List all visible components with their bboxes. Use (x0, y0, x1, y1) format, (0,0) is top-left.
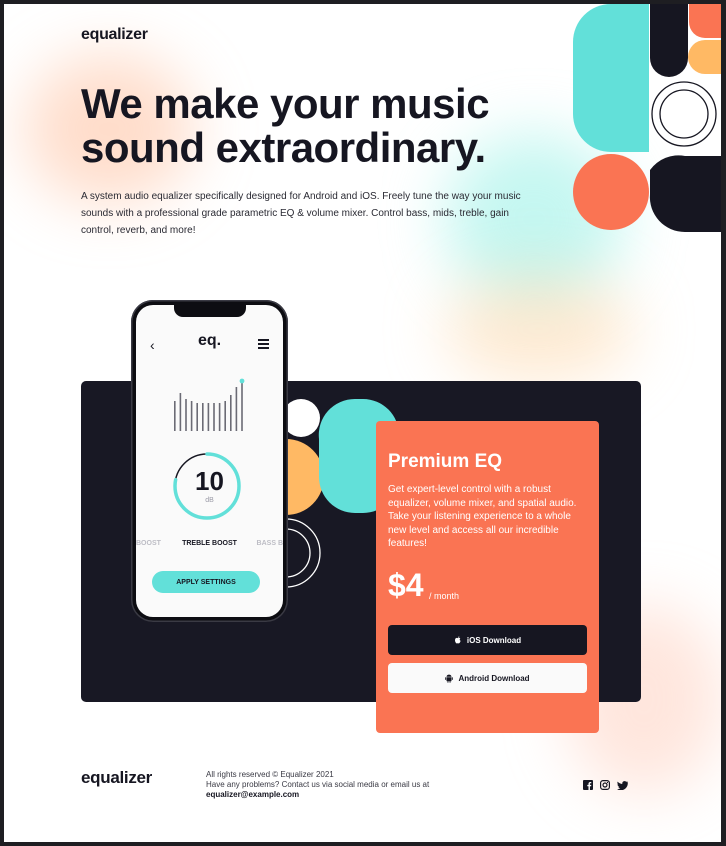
decorative-shapes (573, 4, 721, 233)
eq-bar (213, 403, 215, 431)
dial-unit: dB (205, 497, 214, 504)
eq-bar (218, 403, 221, 431)
footer-email-link[interactable]: equalizer@example.com (206, 790, 429, 800)
page: equalizer We make your music sound extra… (4, 4, 721, 842)
phone-notch (174, 305, 246, 317)
dark-arch-shape (649, 155, 721, 233)
outline-circle-shape (651, 81, 717, 147)
premium-card: Premium EQ Get expert-level control with… (376, 421, 599, 733)
price-unit: / month (429, 591, 460, 601)
apply-settings-button[interactable]: APPLY SETTINGS (152, 571, 260, 593)
eq-bar (207, 403, 210, 431)
phone-mockup: ‹ eq. 10 dB BOOST TREBLE BOOST BASS B AP… (131, 300, 288, 622)
footer-rights: All rights reserved © Equalizer 2021 (206, 770, 334, 779)
equalizer-bars (174, 378, 245, 431)
footer-text: All rights reserved © Equalizer 2021 Hav… (206, 770, 429, 800)
eq-bar (224, 401, 226, 431)
apple-icon (454, 635, 461, 643)
teal-pill-shape (573, 4, 649, 152)
eq-bar (230, 395, 232, 431)
premium-description: Get expert-level control with a robust e… (388, 484, 577, 549)
hero-title: We make your music sound extraordinary. (81, 80, 490, 171)
eq-bar (241, 383, 243, 431)
eq-bar (179, 393, 182, 431)
phone-screen: ‹ eq. 10 dB BOOST TREBLE BOOST BASS B AP… (136, 305, 283, 617)
eq-bar-handle[interactable] (239, 378, 245, 384)
hero-description: A system audio equalizer specifically de… (81, 191, 521, 236)
orange-circle-shape (573, 154, 649, 230)
price-amount: $4 (388, 567, 424, 603)
twitter-icon[interactable] (617, 780, 628, 790)
ios-download-button[interactable]: iOS Download (388, 625, 587, 655)
eq-bar (174, 401, 176, 431)
dial-value: 10 (195, 466, 224, 496)
ios-download-label: iOS Download (466, 635, 522, 645)
eq-bar (202, 403, 204, 431)
footer-brand-logo[interactable]: equalizer (81, 768, 152, 788)
hamburger-menu-icon[interactable] (258, 339, 269, 351)
orange-quarter-shape (689, 4, 721, 38)
brand-logo[interactable]: equalizer (81, 26, 148, 44)
eq-bar (190, 401, 193, 431)
outline-circle-shape (659, 89, 709, 139)
eq-bar (196, 403, 198, 431)
instagram-icon[interactable] (600, 780, 610, 790)
android-icon (445, 674, 454, 683)
dark-pill-shape (650, 4, 688, 77)
android-download-button[interactable]: Android Download (388, 663, 587, 693)
footer-contact: Have any problems? Contact us via social… (206, 780, 430, 789)
premium-title: Premium EQ (388, 451, 503, 472)
background-glow (444, 274, 634, 384)
facebook-icon[interactable] (583, 780, 593, 790)
android-download-label: Android Download (458, 673, 530, 683)
yellow-half-shape (286, 439, 324, 515)
social-links (583, 780, 628, 790)
yellow-quarter-shape (688, 40, 721, 74)
eq-bar (235, 387, 238, 431)
eq-bar (185, 399, 187, 431)
mode-next[interactable]: BASS B (257, 540, 283, 547)
